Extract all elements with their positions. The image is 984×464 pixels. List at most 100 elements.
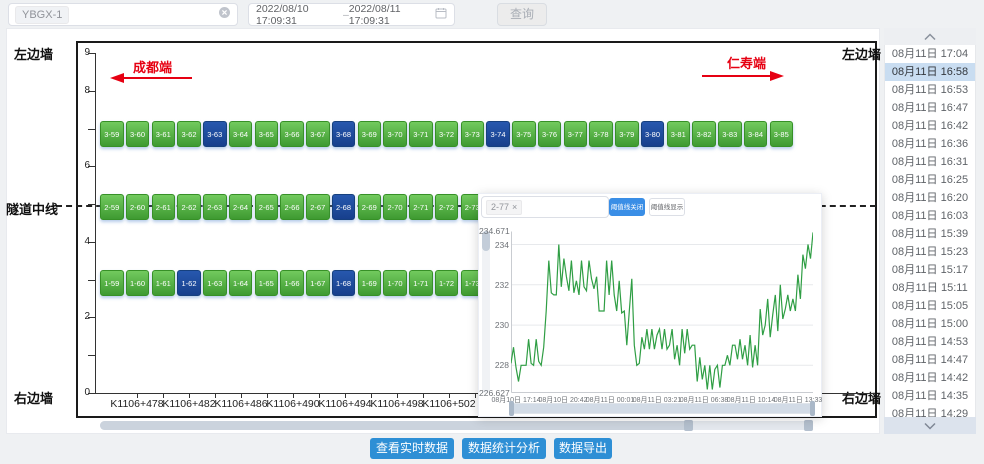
date-end: 2022/08/11 17:09:31 xyxy=(349,3,435,27)
view-realtime-data-button[interactable]: 查看实时数据 xyxy=(370,438,454,459)
sensor-box[interactable]: 1-68 xyxy=(332,270,356,296)
popup-datazoom-range[interactable] xyxy=(513,404,811,413)
data-export-button[interactable]: 数据导出 xyxy=(554,438,612,459)
popup-sensor-tag[interactable]: 2-77 × xyxy=(486,200,522,215)
sensor-box[interactable]: 2-67 xyxy=(306,194,330,220)
sensor-box[interactable]: 3-69 xyxy=(358,121,382,147)
sensor-box[interactable]: 1-65 xyxy=(255,270,279,296)
sensor-box[interactable]: 3-66 xyxy=(280,121,304,147)
sensor-box[interactable]: 2-60 xyxy=(126,194,150,220)
clear-icon[interactable] xyxy=(218,6,231,24)
device-select-input[interactable]: YBGX-1 xyxy=(8,3,238,26)
sensor-box[interactable]: 3-72 xyxy=(435,121,459,147)
time-list-item[interactable]: 08月11日 16:20 xyxy=(885,189,975,207)
sensor-box[interactable]: 2-72 xyxy=(435,194,459,220)
sensor-box[interactable]: 3-77 xyxy=(564,121,588,147)
data-statistics-button[interactable]: 数据统计分析 xyxy=(462,438,546,459)
sensor-box[interactable]: 3-60 xyxy=(126,121,150,147)
sensor-box[interactable]: 3-65 xyxy=(255,121,279,147)
chart-hscrollbar-thumb[interactable] xyxy=(100,421,688,430)
sensor-box[interactable]: 1-71 xyxy=(409,270,433,296)
time-list-item[interactable]: 08月11日 16:36 xyxy=(885,135,975,153)
sensor-box[interactable]: 1-66 xyxy=(280,270,304,296)
time-list-item[interactable]: 08月11日 16:47 xyxy=(885,99,975,117)
sensor-box[interactable]: 3-80 xyxy=(641,121,665,147)
scroll-up-button[interactable] xyxy=(884,28,976,45)
sensor-box[interactable]: 2-69 xyxy=(358,194,382,220)
sensor-box[interactable]: 3-67 xyxy=(306,121,330,147)
sensor-box[interactable]: 1-62 xyxy=(177,270,201,296)
sensor-box[interactable]: 3-59 xyxy=(100,121,124,147)
sensor-box[interactable]: 2-59 xyxy=(100,194,124,220)
sensor-box[interactable]: 2-61 xyxy=(152,194,176,220)
sensor-box[interactable]: 2-63 xyxy=(203,194,227,220)
sensor-box[interactable]: 3-83 xyxy=(718,121,742,147)
time-list-item[interactable]: 08月11日 15:11 xyxy=(885,279,975,297)
sensor-box[interactable]: 2-62 xyxy=(177,194,201,220)
time-list-item[interactable]: 08月11日 16:58 xyxy=(885,63,975,81)
time-list-item[interactable]: 08月11日 14:53 xyxy=(885,333,975,351)
sensor-box[interactable]: 1-69 xyxy=(358,270,382,296)
sensor-box[interactable]: 1-70 xyxy=(383,270,407,296)
sensor-box[interactable]: 3-82 xyxy=(692,121,716,147)
sensor-box[interactable]: 1-72 xyxy=(435,270,459,296)
sensor-box[interactable]: 3-68 xyxy=(332,121,356,147)
sensor-box[interactable]: 3-74 xyxy=(486,121,510,147)
device-tag[interactable]: YBGX-1 xyxy=(15,6,69,24)
time-list-item[interactable]: 08月11日 16:25 xyxy=(885,171,975,189)
sensor-box[interactable]: 2-70 xyxy=(383,194,407,220)
tag-close-icon[interactable]: × xyxy=(512,201,517,214)
sensor-box[interactable]: 3-75 xyxy=(512,121,536,147)
date-range-picker[interactable]: 2022/08/10 17:09:31 – 2022/08/11 17:09:3… xyxy=(248,3,455,26)
time-list-item[interactable]: 08月11日 16:03 xyxy=(885,207,975,225)
time-list-item[interactable]: 08月11日 14:35 xyxy=(885,387,975,405)
time-list-item[interactable]: 08月11日 14:42 xyxy=(885,369,975,387)
time-list-item[interactable]: 08月11日 16:42 xyxy=(885,117,975,135)
sensor-box[interactable]: 1-64 xyxy=(229,270,253,296)
time-list-item[interactable]: 08月11日 16:31 xyxy=(885,153,975,171)
popup-datazoom-left-handle[interactable] xyxy=(509,401,514,416)
sensor-box[interactable]: 3-84 xyxy=(744,121,768,147)
sensor-box[interactable]: 2-65 xyxy=(255,194,279,220)
sensor-box[interactable]: 1-63 xyxy=(203,270,227,296)
time-list-item[interactable]: 08月11日 15:17 xyxy=(885,261,975,279)
threshold-off-button[interactable]: 阈值线关闭 xyxy=(609,198,645,216)
time-list-item[interactable]: 08月11日 15:23 xyxy=(885,243,975,261)
sensor-box[interactable]: 1-61 xyxy=(152,270,176,296)
sensor-box[interactable]: 3-61 xyxy=(152,121,176,147)
popup-sensor-select[interactable]: 2-77 × xyxy=(481,196,609,218)
scroll-down-button[interactable] xyxy=(884,417,976,434)
sensor-box[interactable]: 1-60 xyxy=(126,270,150,296)
chart-hscrollbar-handle[interactable] xyxy=(684,420,693,431)
sensor-box[interactable]: 3-62 xyxy=(177,121,201,147)
time-list-item[interactable]: 08月11日 14:47 xyxy=(885,351,975,369)
time-list-item[interactable]: 08月11日 15:00 xyxy=(885,315,975,333)
query-button[interactable]: 查询 xyxy=(497,3,547,26)
sensor-box[interactable]: 2-71 xyxy=(409,194,433,220)
threshold-show-button[interactable]: 阈值线显示 xyxy=(649,198,685,216)
sensor-box[interactable]: 2-64 xyxy=(229,194,253,220)
time-list-item[interactable]: 08月11日 15:39 xyxy=(885,225,975,243)
sensor-box[interactable]: 3-63 xyxy=(203,121,227,147)
sensor-box[interactable]: 3-64 xyxy=(229,121,253,147)
time-list-item[interactable]: 08月11日 15:05 xyxy=(885,297,975,315)
time-list-item[interactable]: 08月11日 16:53 xyxy=(885,81,975,99)
sensor-box[interactable]: 2-66 xyxy=(280,194,304,220)
x-axis-tick-label: K1106+490 xyxy=(266,398,319,410)
time-list-item[interactable]: 08月11日 17:04 xyxy=(885,45,975,63)
sensor-box[interactable]: 1-67 xyxy=(306,270,330,296)
time-list-item[interactable]: 08月11日 14:29 xyxy=(885,405,975,417)
tunnel-monitoring-page: YBGX-1 2022/08/10 17:09:31 – 2022/08/11 … xyxy=(0,0,984,464)
sensor-box[interactable]: 3-73 xyxy=(461,121,485,147)
sensor-box[interactable]: 3-70 xyxy=(383,121,407,147)
sensor-box[interactable]: 2-68 xyxy=(332,194,356,220)
sensor-box[interactable]: 3-85 xyxy=(770,121,794,147)
sensor-box[interactable]: 3-78 xyxy=(589,121,613,147)
sensor-box[interactable]: 1-59 xyxy=(100,270,124,296)
popup-datazoom-right-handle[interactable] xyxy=(810,401,815,416)
sensor-box[interactable]: 3-71 xyxy=(409,121,433,147)
chart-hscrollbar-end-handle[interactable] xyxy=(804,420,813,431)
sensor-box[interactable]: 3-81 xyxy=(667,121,691,147)
sensor-box[interactable]: 3-76 xyxy=(538,121,562,147)
sensor-box[interactable]: 3-79 xyxy=(615,121,639,147)
